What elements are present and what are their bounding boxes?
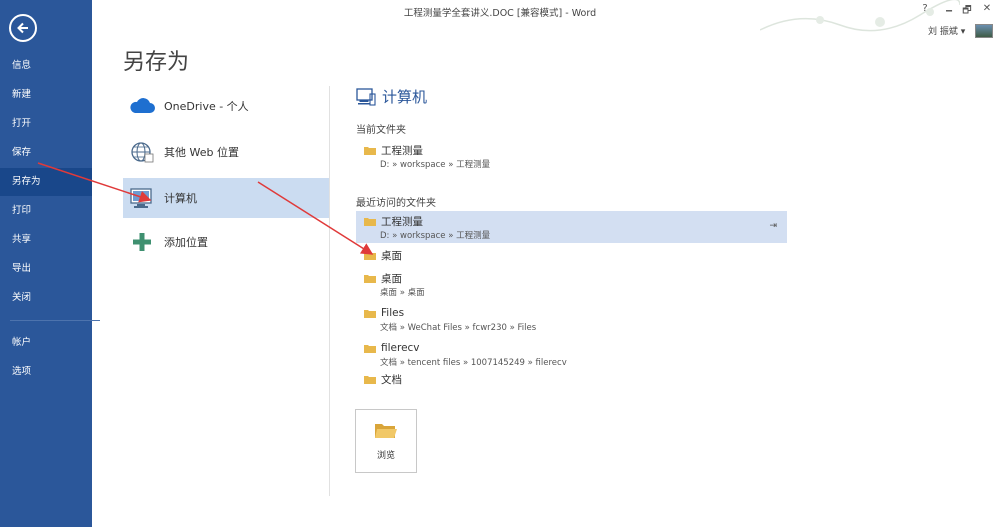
right-panel-header: 计算机 [356, 86, 427, 107]
place-computer[interactable]: 计算机 [123, 178, 329, 218]
folder-icon [364, 146, 376, 155]
plus-icon [127, 227, 157, 257]
right-panel-title: 计算机 [382, 88, 428, 106]
help-button[interactable]: ? [918, 3, 932, 14]
folder-name: 文档 [381, 373, 402, 386]
avatar[interactable] [975, 24, 993, 38]
user-account-name[interactable]: 刘 振斌 ▾ [928, 24, 965, 37]
place-label: OneDrive - 个人 [164, 100, 249, 113]
annotation-arrows [37, 162, 374, 255]
minimize-button[interactable]: 🗕 [942, 3, 956, 20]
nav-item-save-as[interactable]: 另存为 [0, 168, 92, 196]
open-folder-icon [375, 423, 397, 438]
folder-path: 文档 » tencent files » 1007145249 » filere… [380, 358, 567, 368]
folder-icon [364, 344, 376, 353]
column-divider [329, 86, 330, 496]
pin-icon[interactable]: ⇥ [769, 221, 777, 231]
place-other-web[interactable]: 其他 Web 位置 [123, 132, 329, 172]
current-folder-item[interactable]: 工程测量 D: » workspace » 工程测量 [356, 143, 787, 170]
place-onedrive[interactable]: OneDrive - 个人 [123, 86, 329, 126]
folder-path: D: » workspace » 工程测量 [380, 231, 491, 241]
browse-label: 浏览 [376, 450, 395, 461]
recent-folders-header: 最近访问的文件夹 [356, 198, 436, 209]
folder-icon [364, 251, 376, 260]
browse-button[interactable]: 浏览 [355, 409, 417, 473]
folder-path: D: » workspace » 工程测量 [380, 160, 491, 170]
folder-path: 桌面 » 桌面 [380, 288, 425, 298]
restore-button[interactable]: 🗗 [960, 3, 974, 20]
nav-item-print[interactable]: 打印 [0, 197, 92, 225]
computer-icon [356, 87, 376, 106]
folder-name: 桌面 [381, 272, 402, 285]
place-label: 添加位置 [164, 236, 208, 249]
nav-item-export[interactable]: 导出 [0, 255, 92, 283]
computer-icon [127, 183, 157, 213]
place-label: 其他 Web 位置 [164, 146, 239, 159]
folder-icon [364, 309, 376, 318]
folder-name: 工程测量 [381, 144, 423, 157]
page-title: 另存为 [123, 50, 190, 75]
place-label: 计算机 [164, 192, 197, 205]
nav-item-close[interactable]: 关闭 [0, 284, 92, 312]
close-button[interactable]: ✕ [980, 3, 994, 14]
folder-icon [364, 217, 376, 226]
folder-icon [364, 274, 376, 283]
current-folder-header: 当前文件夹 [356, 125, 406, 136]
nav-item-info[interactable]: 信息 [0, 52, 92, 80]
cloud-icon [127, 91, 157, 121]
nav-item-save[interactable]: 保存 [0, 139, 92, 167]
recent-folder-item[interactable]: 文档 [356, 372, 787, 386]
globe-icon [127, 137, 157, 167]
folder-path: 文档 » WeChat Files » fcwr230 » Files [380, 323, 537, 333]
nav-divider [10, 320, 100, 321]
folder-icon [364, 375, 376, 384]
recent-folder-item[interactable]: 桌面 [356, 248, 787, 262]
recent-folder-item[interactable]: 工程测量 D: » workspace » 工程测量 ⇥ [356, 211, 787, 243]
nav-item-open[interactable]: 打开 [0, 110, 92, 138]
nav-item-account[interactable]: 帐户 [0, 329, 92, 357]
nav-item-options[interactable]: 选项 [0, 358, 92, 386]
recent-folder-item[interactable]: filerecv 文档 » tencent files » 1007145249… [356, 341, 787, 368]
recent-folder-item[interactable]: Files 文档 » WeChat Files » fcwr230 » File… [356, 306, 787, 333]
recent-folder-item[interactable]: 桌面 桌面 » 桌面 [356, 271, 787, 298]
folder-name: 桌面 [381, 249, 402, 262]
folder-name: 工程测量 [381, 215, 423, 228]
folder-name: filerecv [381, 342, 420, 354]
nav-item-share[interactable]: 共享 [0, 226, 92, 254]
place-add-location[interactable]: 添加位置 [123, 222, 329, 262]
folder-name: Files [381, 307, 405, 319]
back-arrow-icon [17, 22, 28, 34]
nav-item-new[interactable]: 新建 [0, 81, 92, 109]
backstage-nav: 信息 新建 打开 保存 另存为 打印 共享 导出 关闭 帐户 选项 [0, 0, 100, 527]
